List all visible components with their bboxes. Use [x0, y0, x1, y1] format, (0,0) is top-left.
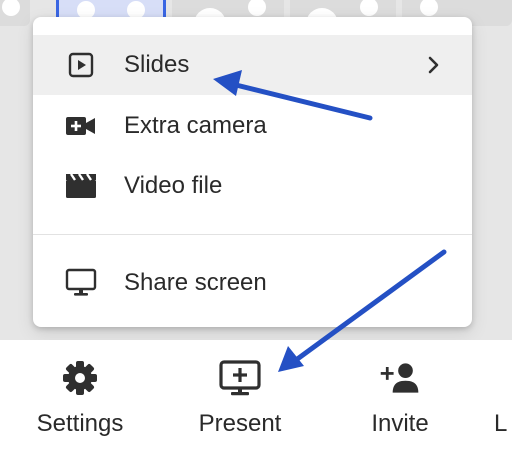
menu-item-extra-camera[interactable]: Extra camera [33, 96, 472, 156]
toolbar-label: Invite [371, 410, 429, 437]
chevron-right-icon [424, 55, 444, 75]
clapperboard-icon [65, 170, 97, 202]
menu-item-label: Slides [124, 51, 190, 78]
invite-button[interactable]: Invite [320, 340, 480, 452]
gear-icon [58, 358, 102, 398]
menu-divider [33, 234, 472, 235]
present-button[interactable]: Present [160, 340, 320, 452]
add-person-icon [378, 358, 422, 398]
participant-thumbnail[interactable] [0, 0, 30, 26]
toolbar-label: Present [198, 410, 282, 437]
monitor-icon [65, 267, 97, 299]
present-screen-icon [218, 358, 262, 398]
menu-item-label: Extra camera [124, 112, 267, 139]
menu-item-label: Share screen [124, 269, 267, 296]
toolbar-label-cut-off[interactable]: L [494, 410, 507, 438]
settings-button[interactable]: Settings [0, 340, 160, 452]
menu-item-label: Video file [124, 172, 223, 199]
slides-play-icon [65, 49, 97, 81]
bottom-toolbar: Settings Present Invite L [0, 340, 512, 452]
toolbar-label: Settings [36, 410, 124, 437]
menu-item-share-screen[interactable]: Share screen [33, 253, 472, 313]
menu-item-video-file[interactable]: Video file [33, 156, 472, 216]
menu-item-slides[interactable]: Slides [33, 35, 472, 95]
camera-plus-icon [65, 110, 97, 142]
present-source-menu: Slides Extra camera Video file Share scr… [33, 17, 472, 327]
